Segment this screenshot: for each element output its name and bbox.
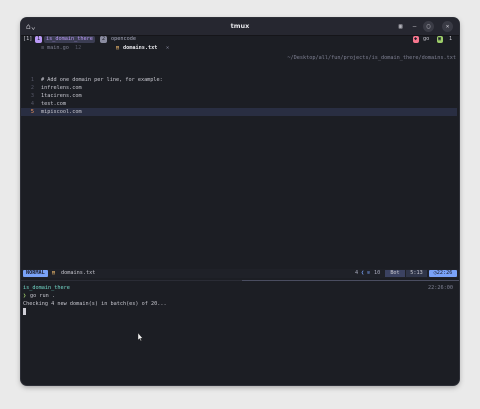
line-number: 2: [30, 85, 34, 91]
go-file-icon: ≡: [41, 45, 45, 51]
line-text: test.com: [41, 101, 66, 107]
editor-statusline: NORMAL ▤ domains.txt 4 ❮ ⊙ 10 Bot 5:13 ◷…: [21, 269, 459, 278]
line-number: 3: [30, 93, 34, 99]
window-1-name[interactable]: is_domain_there: [44, 36, 95, 43]
line-text: # Add one domain per line, for example:: [41, 77, 163, 83]
clock-time: 22:26: [436, 270, 453, 276]
terminal-count-icon: ▣: [437, 36, 443, 43]
prompt-directory: is_domain_there: [23, 285, 70, 291]
status-col: 4: [355, 270, 359, 276]
file-path: ~/Desktop/all/fun/projects/is_domain_the…: [287, 55, 456, 61]
command-output: Checking 4 new domain(s) in batch(es) of…: [23, 301, 167, 307]
window-2-index[interactable]: 2: [100, 36, 108, 43]
tab-domains-txt[interactable]: domains.txt: [123, 44, 157, 52]
shell-pane[interactable]: is_domain_there 22:26:00 ❯ go run . Chec…: [21, 284, 459, 384]
line-text: infrelens.com: [41, 85, 82, 91]
editor-line[interactable]: 4 test.com: [21, 100, 457, 108]
window-1-index[interactable]: 1: [35, 36, 43, 43]
editor-pane[interactable]: ~/Desktop/all/fun/projects/is_domain_the…: [21, 54, 459, 266]
lsp-count: 10: [374, 270, 381, 276]
maximize-button[interactable]: ▢: [423, 21, 434, 32]
line-number: 4: [30, 101, 34, 107]
chevron-left-icon: ❮: [361, 270, 365, 276]
window-title: tmux: [230, 22, 250, 30]
line-text: 1tacirens.com: [41, 93, 82, 99]
command-text: go run .: [30, 293, 55, 299]
title-bar: ⌂⌄ tmux ▦ – ▢ ✕: [21, 18, 459, 36]
tmux-status-bar: [1] 1 is_domain_there 2 opencode ◆ go ▣ …: [21, 35, 459, 44]
file-type-icon: ▤: [52, 270, 56, 276]
window-2-name[interactable]: opencode: [109, 36, 138, 43]
close-tab-icon[interactable]: ✕: [166, 44, 169, 52]
mouse-pointer-icon: [138, 333, 143, 341]
right-count: 1: [449, 36, 453, 42]
go-icon: ◆: [413, 36, 419, 43]
active-pane-indicator: [242, 280, 459, 281]
right-label: go: [423, 36, 430, 42]
cursor-position: 5:13: [406, 270, 427, 277]
tab-main-go-extra: 12: [75, 45, 82, 51]
scroll-position: Bot: [385, 270, 405, 277]
status-filename: domains.txt: [61, 270, 96, 276]
editor-line-current[interactable]: 5 mipiscool.com: [21, 108, 457, 116]
editor-line[interactable]: 1 # Add one domain per line, for example…: [21, 76, 457, 84]
text-file-icon: ▤: [116, 45, 120, 51]
clock: ◷22:26: [429, 270, 457, 277]
prompt-symbol: ❯: [23, 293, 27, 299]
mode-indicator: NORMAL: [23, 270, 48, 277]
line-number: 1: [30, 77, 34, 83]
tab-main-go[interactable]: main.go: [47, 44, 69, 52]
line-text: mipiscool.com: [41, 109, 82, 115]
minimize-button[interactable]: –: [409, 21, 420, 32]
grid-icon[interactable]: ▦: [395, 21, 406, 32]
lsp-icon: ⊙: [367, 270, 371, 276]
session-index: [1]: [23, 36, 33, 42]
terminal-window: ⌂⌄ tmux ▦ – ▢ ✕ [1] 1 is_domain_there 2 …: [21, 18, 459, 385]
close-button[interactable]: ✕: [442, 21, 453, 32]
prompt-time: 22:26:00: [428, 285, 453, 291]
buffer-tabline: ≡ main.go 12 ▤ domains.txt ✕: [21, 44, 459, 52]
editor-line[interactable]: 3 1tacirens.com: [21, 92, 457, 100]
editor-line[interactable]: 2 infrelens.com: [21, 84, 457, 92]
terminal-cursor: [23, 308, 26, 315]
line-number: 5: [30, 109, 34, 115]
